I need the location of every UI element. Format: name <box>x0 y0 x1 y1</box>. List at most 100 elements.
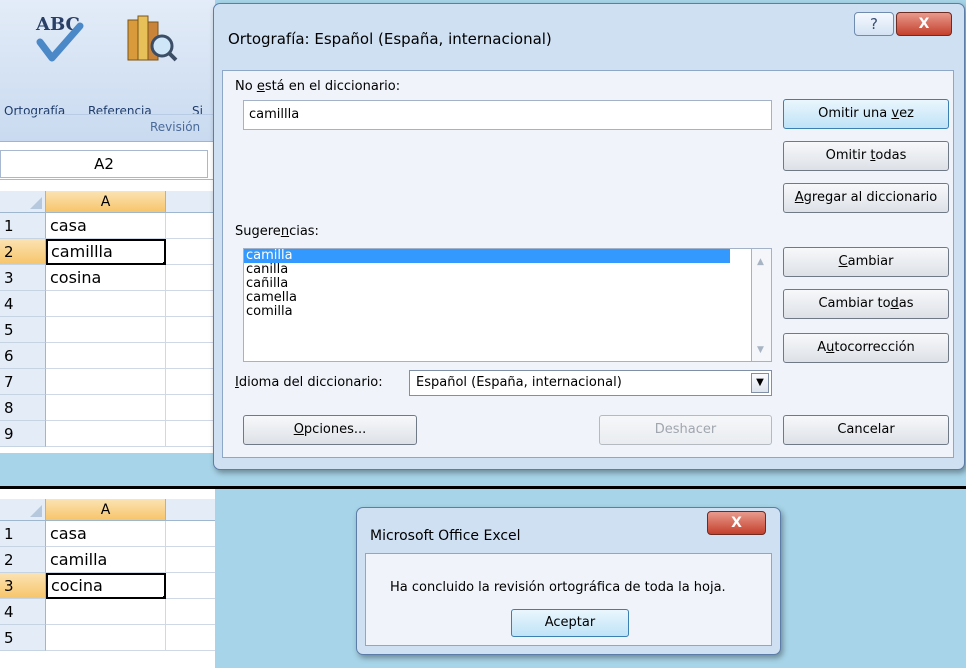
suggestion-item[interactable]: camella <box>244 291 730 305</box>
close-icon: X <box>731 515 742 531</box>
cell[interactable] <box>46 421 166 447</box>
row-header[interactable]: 4 <box>0 291 46 317</box>
chevron-down-icon[interactable]: ▼ <box>751 373 769 393</box>
cell[interactable] <box>166 599 215 625</box>
change-all-button[interactable]: Cambiar todas <box>783 289 949 319</box>
sheet-after: A 1 casa 2 camilla 3 cocina 4 5 <box>0 499 215 668</box>
cell[interactable]: casa <box>46 213 166 239</box>
row-header[interactable]: 4 <box>0 599 46 625</box>
row-header[interactable]: 8 <box>0 395 46 421</box>
column-header-a[interactable]: A <box>46 191 166 213</box>
ignore-once-button[interactable]: Omitir una vez <box>783 99 949 129</box>
column-header-a[interactable]: A <box>46 499 166 521</box>
close-button[interactable]: X <box>896 12 952 36</box>
cell[interactable] <box>166 395 215 421</box>
cell[interactable] <box>46 317 166 343</box>
dialog-body: No está en el diccionario: camillla Suge… <box>222 70 954 458</box>
row-header[interactable]: 2 <box>0 239 46 265</box>
row-9-highlight <box>0 453 215 486</box>
undo-button[interactable]: Deshacer <box>599 415 772 445</box>
dictionary-language-select[interactable]: Español (España, internacional) ▼ <box>409 370 772 396</box>
row-header[interactable]: 5 <box>0 317 46 343</box>
column-header-b[interactable] <box>166 191 215 213</box>
row-header[interactable]: 9 <box>0 421 46 447</box>
cell[interactable] <box>166 239 215 265</box>
truncated-button-label[interactable]: Si <box>192 104 203 118</box>
scroll-up-arrow-icon[interactable]: ▲ <box>757 257 764 267</box>
options-button[interactable]: Opciones... <box>243 415 417 445</box>
cell[interactable] <box>46 599 166 625</box>
help-icon: ? <box>870 15 878 33</box>
ribbon-review-group: ABC Ortografía Referencia Si Revisión <box>0 0 216 142</box>
scroll-down-arrow-icon[interactable]: ▼ <box>757 345 764 355</box>
row-header[interactable]: 3 <box>0 265 46 291</box>
autocorrect-button[interactable]: Autocorrección <box>783 333 949 363</box>
message-box-body: Ha concluido la revisión ortográfica de … <box>365 553 772 646</box>
spelling-dialog: Ortografía: Español (España, internacion… <box>213 3 965 470</box>
cancel-button[interactable]: Cancelar <box>783 415 949 445</box>
ignore-all-button[interactable]: Omitir todas <box>783 141 949 171</box>
cell[interactable] <box>166 343 215 369</box>
review-group-label: Revisión <box>150 120 201 134</box>
cell[interactable]: camilla <box>46 547 166 573</box>
reference-icon[interactable] <box>120 8 180 72</box>
ribbon-separator <box>16 114 216 115</box>
cell[interactable] <box>166 213 215 239</box>
cell[interactable] <box>46 369 166 395</box>
row-header[interactable]: 3 <box>0 573 46 599</box>
image-divider <box>0 486 966 489</box>
cell[interactable] <box>46 343 166 369</box>
row-header[interactable]: 7 <box>0 369 46 395</box>
ok-button[interactable]: Aceptar <box>511 609 629 637</box>
cell[interactable] <box>166 317 215 343</box>
add-to-dictionary-button[interactable]: Agregar al diccionario <box>783 183 949 213</box>
dialog-title: Ortografía: Español (España, internacion… <box>228 30 552 48</box>
cell[interactable] <box>166 573 215 599</box>
completion-message-box: Microsoft Office Excel X Ha concluido la… <box>356 507 781 655</box>
name-box[interactable]: A2 <box>0 150 208 178</box>
row-header[interactable]: 2 <box>0 547 46 573</box>
suggestion-item[interactable]: comilla <box>244 305 730 319</box>
select-all-corner[interactable] <box>0 191 46 213</box>
row-header[interactable]: 5 <box>0 625 46 651</box>
suggestion-item[interactable]: canilla <box>244 263 730 277</box>
cell[interactable] <box>166 625 215 651</box>
row-header[interactable]: 1 <box>0 213 46 239</box>
sheet-before: A 1 casa 2 camillla 3 cosina 4 5 6 7 8 9 <box>0 191 215 453</box>
cell[interactable] <box>46 395 166 421</box>
suggestions-scrollbar[interactable]: ▲ ▼ <box>752 248 772 362</box>
suggestion-item[interactable]: cañilla <box>244 277 730 291</box>
message-box-title: Microsoft Office Excel <box>370 528 521 544</box>
cell[interactable] <box>166 265 215 291</box>
column-header-b[interactable] <box>166 499 215 521</box>
cell[interactable] <box>166 291 215 317</box>
cell[interactable] <box>46 291 166 317</box>
suggestions-label: Sugerencias: <box>235 224 319 239</box>
suggestions-list[interactable]: camilla canilla cañilla camella comilla <box>243 248 752 362</box>
cell[interactable]: cosina <box>46 265 166 291</box>
not-in-dictionary-field[interactable]: camillla <box>243 100 772 130</box>
reference-button-label[interactable]: Referencia <box>88 104 152 118</box>
spelling-button-label[interactable]: Ortografía <box>4 104 65 118</box>
change-button[interactable]: Cambiar <box>783 247 949 277</box>
cell[interactable]: cocina <box>46 573 168 601</box>
dictionary-language-label: Idioma del diccionario: <box>235 375 383 390</box>
dictionary-language-value: Español (España, internacional) <box>416 375 622 390</box>
cell[interactable] <box>166 421 215 447</box>
close-button[interactable]: X <box>707 511 766 535</box>
row-header[interactable]: 1 <box>0 521 46 547</box>
cell[interactable] <box>166 547 215 573</box>
row-header[interactable]: 6 <box>0 343 46 369</box>
cell[interactable] <box>46 625 166 651</box>
suggestion-item[interactable]: camilla <box>244 249 730 263</box>
cell[interactable] <box>166 521 215 547</box>
close-icon: X <box>918 16 930 32</box>
not-in-dictionary-label: No está en el diccionario: <box>235 79 401 94</box>
cell[interactable]: casa <box>46 521 166 547</box>
spelling-icon[interactable]: ABC <box>30 8 90 72</box>
cell[interactable] <box>166 369 215 395</box>
cell[interactable]: camillla <box>46 239 168 267</box>
formula-bar-row: A2 <box>0 146 215 180</box>
select-all-corner[interactable] <box>0 499 46 521</box>
help-button[interactable]: ? <box>854 12 894 36</box>
